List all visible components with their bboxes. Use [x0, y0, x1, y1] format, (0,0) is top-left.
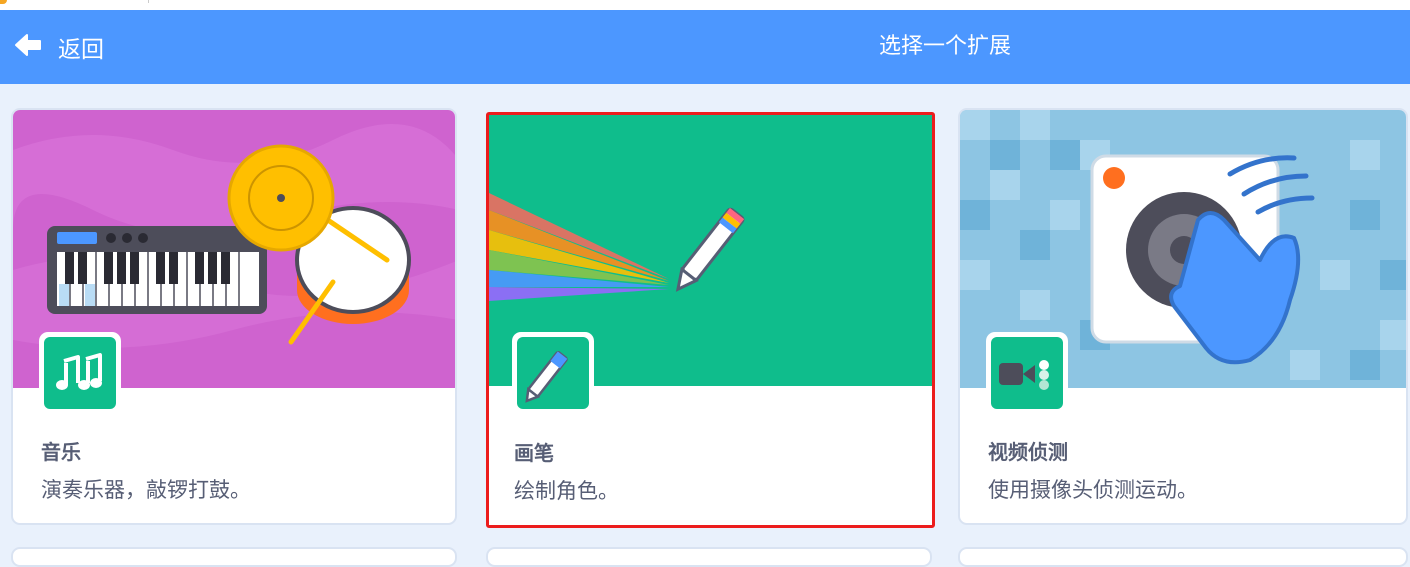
- card-description: 演奏乐器，敲锣打鼓。: [41, 478, 251, 502]
- card-description: 绘制角色。: [514, 479, 619, 503]
- music-extension-badge: [39, 332, 121, 414]
- window-top-strip: [0, 0, 1410, 10]
- card-title: 视频侦测: [988, 440, 1068, 464]
- video-camera-icon: [999, 360, 1049, 390]
- extension-library-header: 返回 选择一个扩展: [0, 10, 1410, 84]
- card-title: 画笔: [514, 441, 554, 465]
- extension-card-next-row[interactable]: [958, 547, 1408, 567]
- extension-card-next-row[interactable]: [11, 547, 457, 567]
- video-sensing-extension-badge: [986, 332, 1068, 414]
- card-description: 使用摄像头侦测运动。: [988, 478, 1198, 502]
- app-logo-fragment: [0, 0, 7, 4]
- extension-card-music[interactable]: 音乐 演奏乐器，敲锣打鼓。: [11, 108, 457, 525]
- pen-extension-badge: [512, 332, 594, 414]
- music-notes-icon: [56, 353, 102, 390]
- card-title: 音乐: [41, 440, 81, 464]
- pen-icon: [525, 351, 568, 403]
- extension-card-video-sensing[interactable]: 视频侦测 使用摄像头侦测运动。: [958, 108, 1408, 525]
- extension-card-next-row[interactable]: [486, 547, 932, 567]
- divider: [148, 0, 149, 3]
- extension-card-pen[interactable]: 画笔 绘制角色。: [486, 112, 935, 528]
- page-title: 选择一个扩展: [878, 34, 1011, 59]
